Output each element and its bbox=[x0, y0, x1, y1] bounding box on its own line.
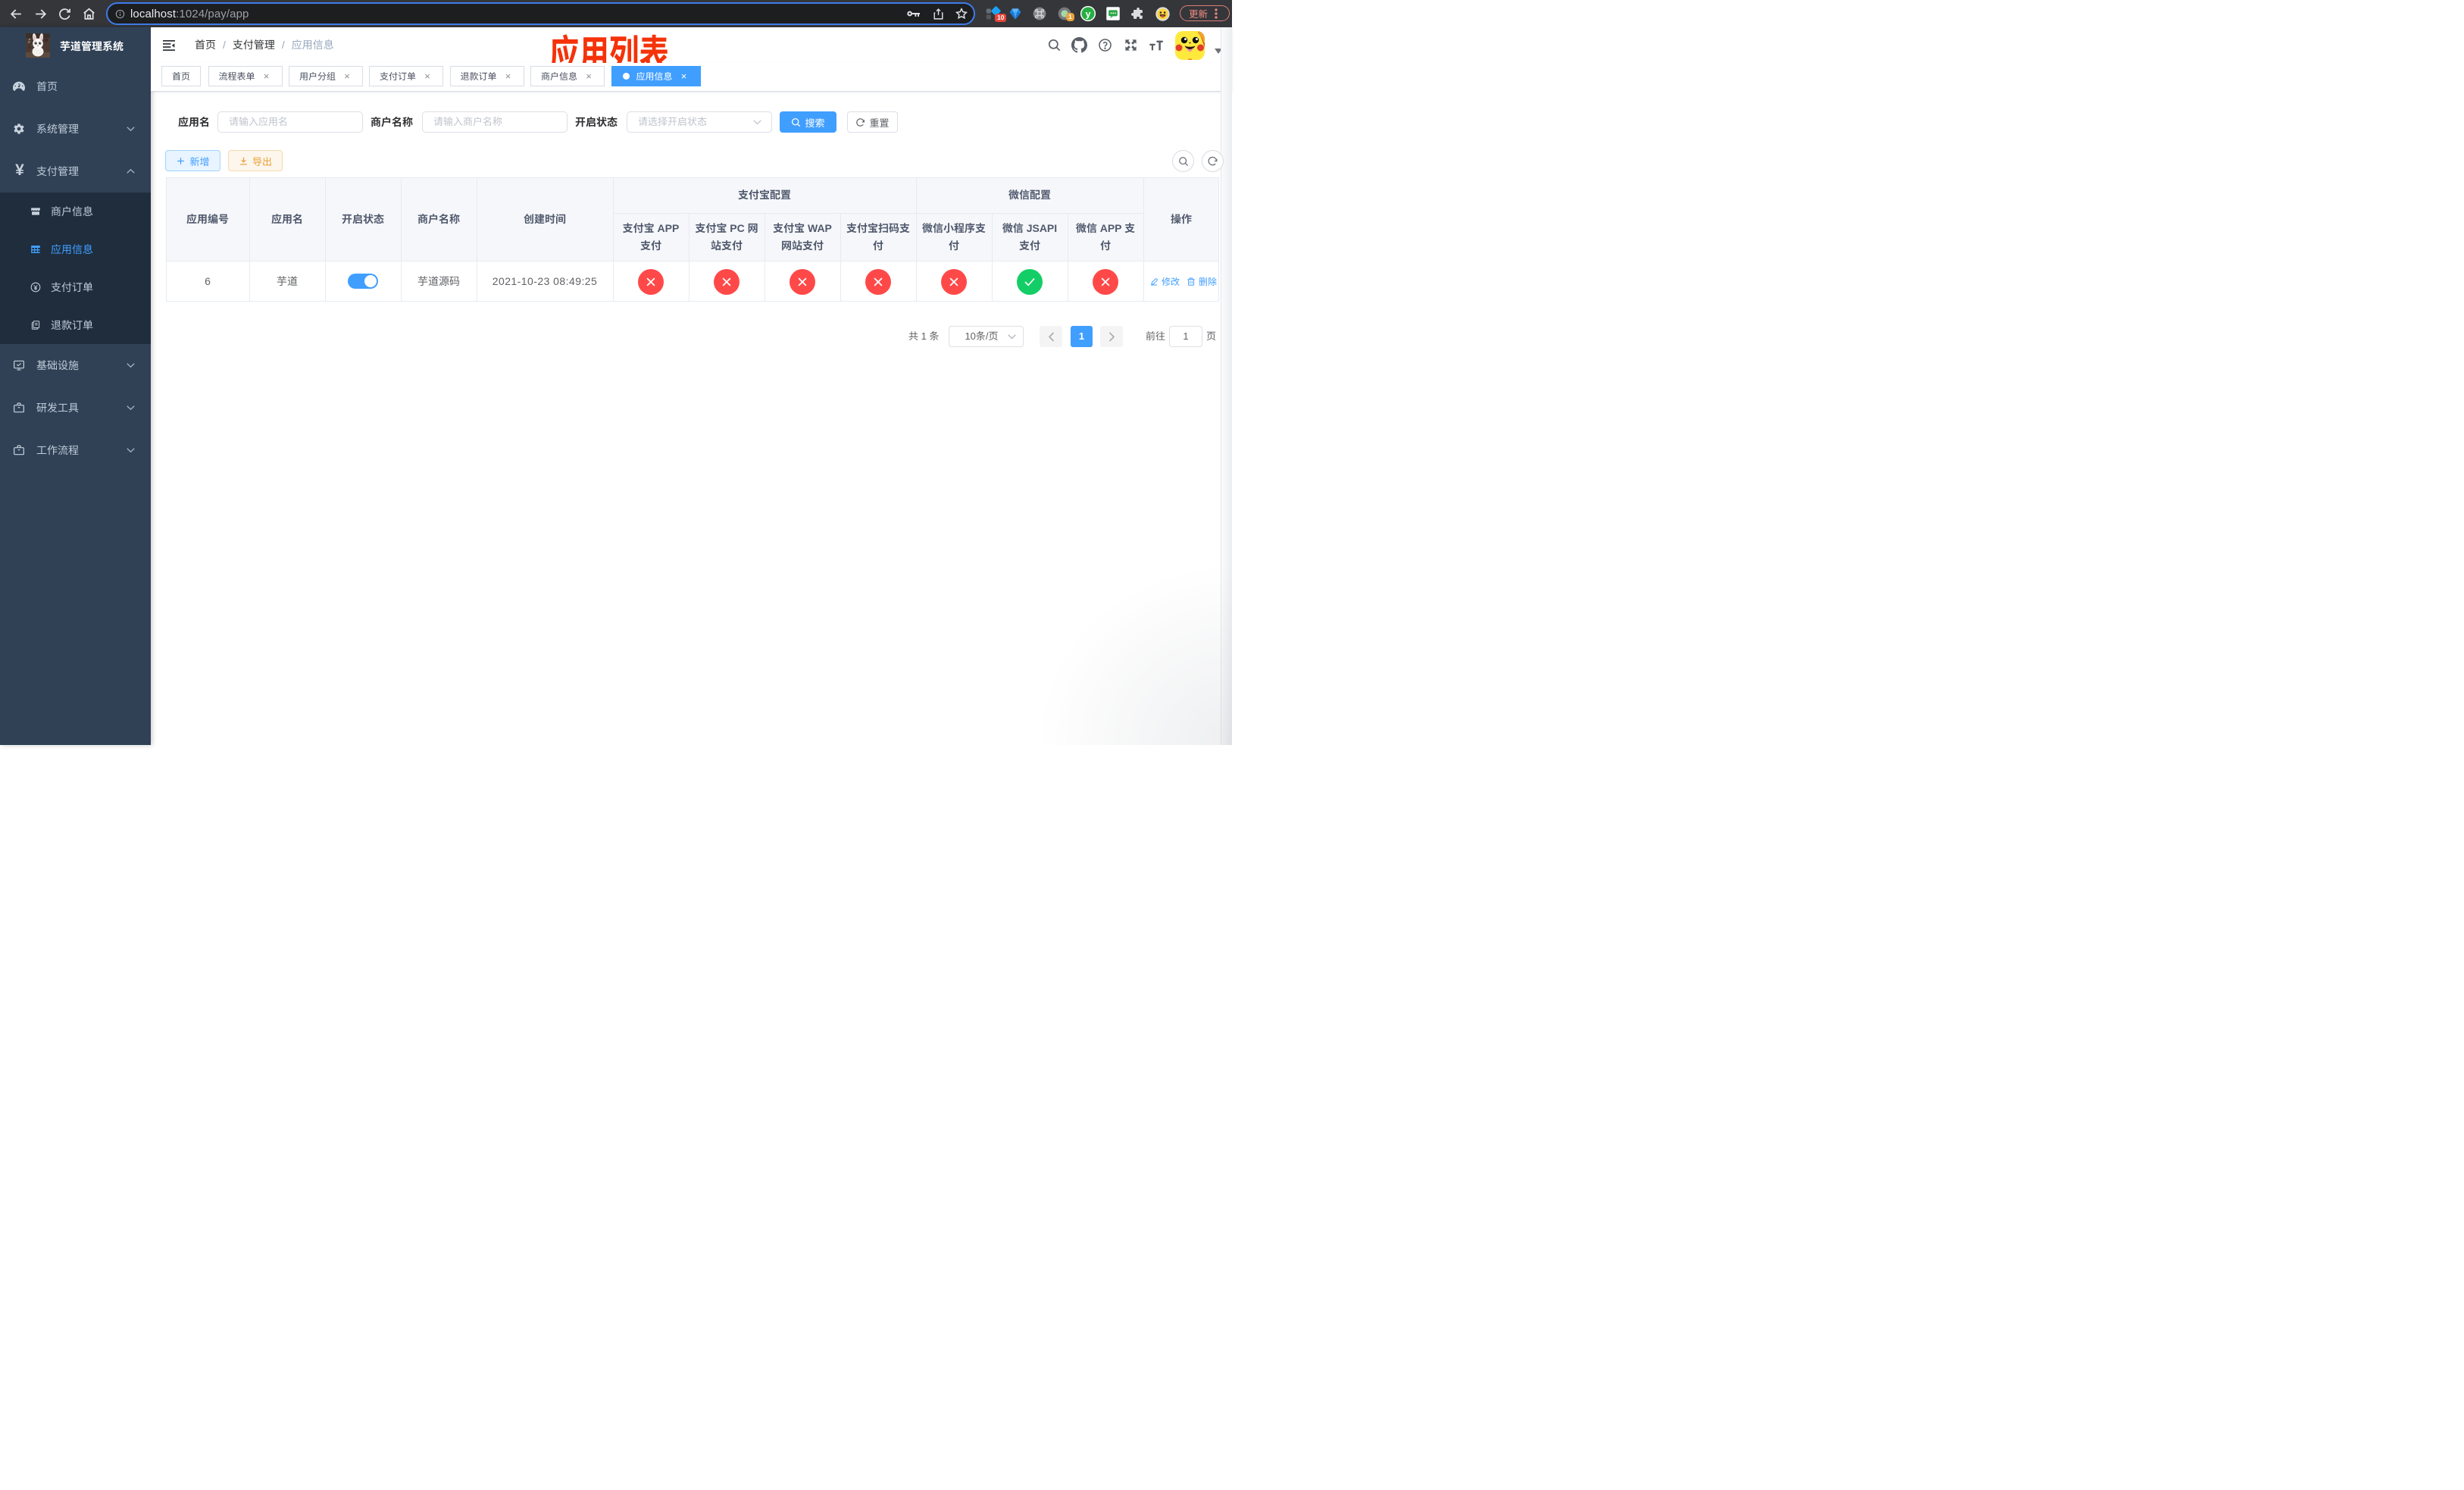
svg-text:y: y bbox=[1086, 8, 1091, 19]
